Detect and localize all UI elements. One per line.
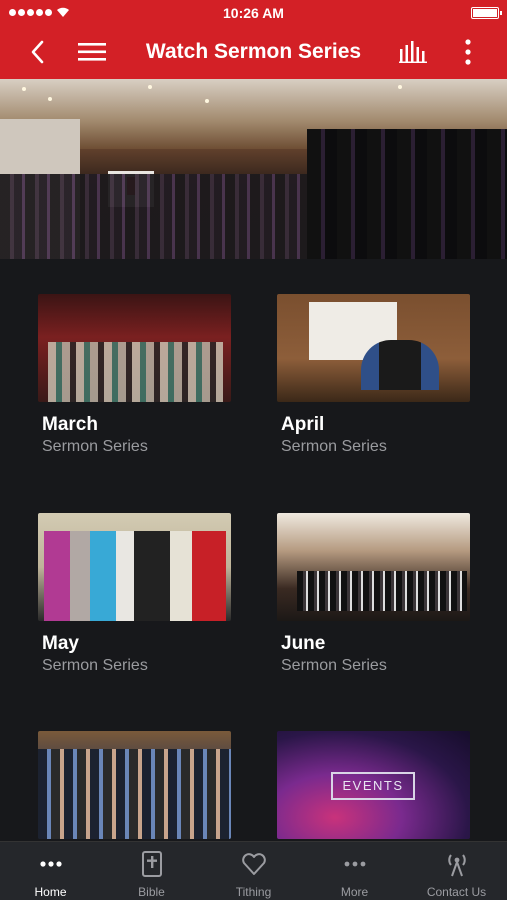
back-button[interactable] (20, 34, 56, 70)
series-title: May (42, 633, 79, 654)
heart-icon (241, 853, 266, 875)
series-subtitle: Sermon Series (281, 657, 387, 674)
sermon-series-grid: March Sermon Series April Sermon Series … (0, 259, 507, 841)
equalizer-icon (399, 41, 427, 63)
tab-label: Bible (138, 885, 165, 899)
tab-label: Home (34, 885, 67, 899)
tab-home[interactable]: Home (0, 842, 101, 900)
chevron-left-icon (31, 40, 44, 64)
tab-label: Contact Us (426, 885, 487, 899)
tab-contact-us[interactable]: Contact Us (406, 842, 507, 900)
series-card-april[interactable]: April Sermon Series (277, 294, 470, 456)
nav-bar: Watch Sermon Series (0, 26, 507, 79)
series-subtitle: Sermon Series (281, 438, 387, 455)
series-title: June (281, 633, 326, 654)
tab-bible[interactable]: Bible (101, 842, 202, 900)
series-subtitle: Sermon Series (42, 438, 148, 455)
tab-more[interactable]: More (304, 842, 405, 900)
series-card-march[interactable]: March Sermon Series (38, 294, 231, 456)
series-subtitle: Sermon Series (42, 657, 148, 674)
series-card-june[interactable]: June Sermon Series (277, 513, 470, 675)
more-dots-icon (344, 861, 365, 867)
hamburger-menu-icon (78, 43, 106, 61)
events-label: EVENTS (331, 772, 415, 800)
status-bar: 10:26 AM (0, 0, 507, 26)
more-options-button[interactable] (450, 34, 486, 70)
series-title: March (42, 414, 98, 435)
series-card-may[interactable]: May Sermon Series (38, 513, 231, 675)
series-card-events[interactable]: EVENTS (277, 731, 470, 839)
status-time: 10:26 AM (223, 5, 284, 21)
broadcast-icon (447, 854, 466, 877)
series-thumbnail (38, 513, 231, 621)
tab-label: More (340, 885, 369, 899)
series-thumbnail (38, 294, 231, 402)
vertical-dots-icon (465, 39, 471, 65)
series-title: April (281, 414, 325, 435)
tab-label: Tithing (235, 885, 272, 899)
tab-bar: Home Bible Tithing More Contact Us (0, 841, 507, 900)
series-thumbnail (38, 731, 231, 839)
series-thumbnail (277, 513, 470, 621)
series-thumbnail: EVENTS (277, 731, 470, 839)
bible-icon (141, 851, 162, 877)
tab-tithing[interactable]: Tithing (203, 842, 304, 900)
series-thumbnail (277, 294, 470, 402)
series-card-congregation[interactable] (38, 731, 231, 839)
dots-icon (39, 861, 62, 867)
audio-button[interactable] (396, 34, 432, 70)
battery-icon (471, 7, 502, 19)
hero-image (0, 79, 507, 259)
page-title: Watch Sermon Series (145, 40, 362, 63)
menu-button[interactable] (74, 34, 110, 70)
